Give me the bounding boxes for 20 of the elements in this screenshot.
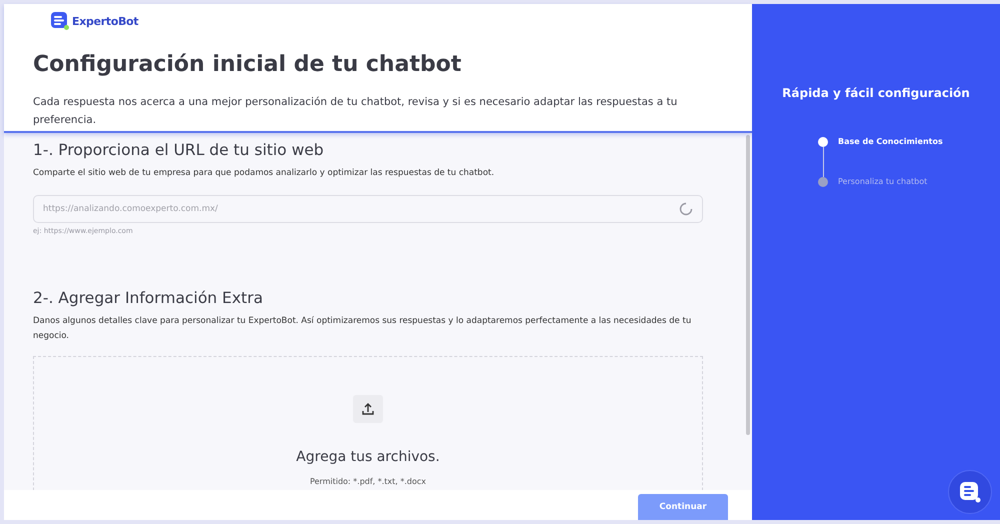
sidebar-title: Rápida y fácil configuración (782, 86, 970, 100)
upload-icon (361, 402, 375, 416)
section-heading: 2-. Agregar Información Extra (33, 289, 264, 307)
upload-button[interactable] (353, 395, 383, 423)
chat-logo-icon (51, 12, 69, 30)
step-label[interactable]: Base de Conocimientos (838, 137, 948, 177)
page-title: Configuración inicial de tu chatbot (33, 52, 462, 77)
chat-icon (958, 480, 982, 504)
url-input-field[interactable]: https://analizando.comoexperto.com.mx/ (33, 195, 703, 223)
chat-bubble-button[interactable] (948, 470, 992, 514)
loading-spinner-icon (679, 202, 693, 216)
section-heading: 1-. Proporciona el URL de tu sitio web (33, 141, 325, 159)
drop-zone-title: Agrega tus archivos. (296, 449, 440, 465)
step-label[interactable]: Personaliza tu chatbot (838, 177, 948, 187)
allowed-file-types: Permitido: *.pdf, *.txt, *.docx (310, 477, 426, 486)
scrollbar-thumb[interactable] (746, 135, 750, 435)
page-description: Cada respuesta nos acerca a una mejor personalización de tu chatbot, revisa y si es necesario adaptar las respuestas a tu preferencia. (33, 95, 678, 128)
section-description: Comparte el sitio web de tu empresa para que podamos analizarlo y optimizar las respuestas de tu chatbot. (33, 167, 496, 180)
brand-name: ExpertoBot (72, 14, 138, 28)
section-description: Danos algunos detalles clave para personalizar tu ExpertoBot. Así optimizaremos sus respuestas y lo adaptaremos perfectamente a las necesidades de tu negocio. (33, 315, 692, 343)
